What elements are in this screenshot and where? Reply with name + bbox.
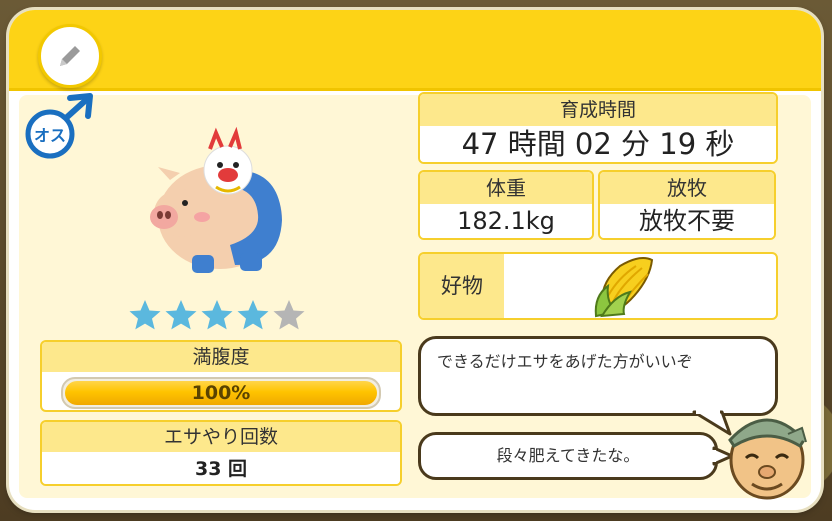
star-filled-icon [165, 300, 197, 330]
pig-character [150, 126, 282, 273]
corn-icon [594, 257, 654, 318]
feed-count-panel: エサやり回数 33 回 [40, 420, 402, 486]
speech-bubble-comment: 段々肥えてきたな。 [418, 432, 718, 480]
favorite-food-panel: 好物 [418, 252, 778, 320]
star-filled-icon [237, 300, 269, 330]
fullness-label: 満腹度 [42, 342, 400, 372]
breeding-time-label: 育成時間 [420, 94, 776, 126]
fullness-gauge: 100% [61, 377, 381, 409]
star-filled-icon [129, 300, 161, 330]
weight-panel: 体重 182.1kg [418, 170, 594, 240]
grazing-label: 放牧 [600, 172, 774, 204]
star-empty-icon [273, 300, 305, 330]
gender-badge: オス [22, 92, 96, 162]
farmer-avatar [728, 418, 807, 500]
feed-count-value: 33 回 [42, 452, 400, 484]
fullness-value: 100% [191, 382, 251, 404]
card-header [9, 10, 821, 91]
edit-button[interactable] [38, 24, 102, 88]
pencil-icon [60, 46, 80, 66]
comment-text: 段々肥えてきたな。 [496, 446, 640, 465]
weight-value: 182.1kg [420, 204, 592, 238]
weight-label: 体重 [420, 172, 592, 204]
advice-text: できるだけエサをあげた方がいいぞ [437, 352, 693, 371]
star-filled-icon [201, 300, 233, 330]
grazing-panel: 放牧 放牧不要 [598, 170, 776, 240]
male-icon: オス [25, 93, 93, 159]
breeding-time-value: 47 時間 02 分 19 秒 [420, 126, 776, 162]
grazing-value: 放牧不要 [600, 204, 774, 238]
breeding-time-panel: 育成時間 47 時間 02 分 19 秒 [418, 92, 778, 164]
rating-stars [128, 298, 306, 332]
gender-label: オス [34, 126, 66, 145]
favorite-food-label: 好物 [420, 254, 504, 318]
fullness-panel: 満腹度 100% [40, 340, 402, 412]
feed-count-label: エサやり回数 [42, 422, 400, 452]
